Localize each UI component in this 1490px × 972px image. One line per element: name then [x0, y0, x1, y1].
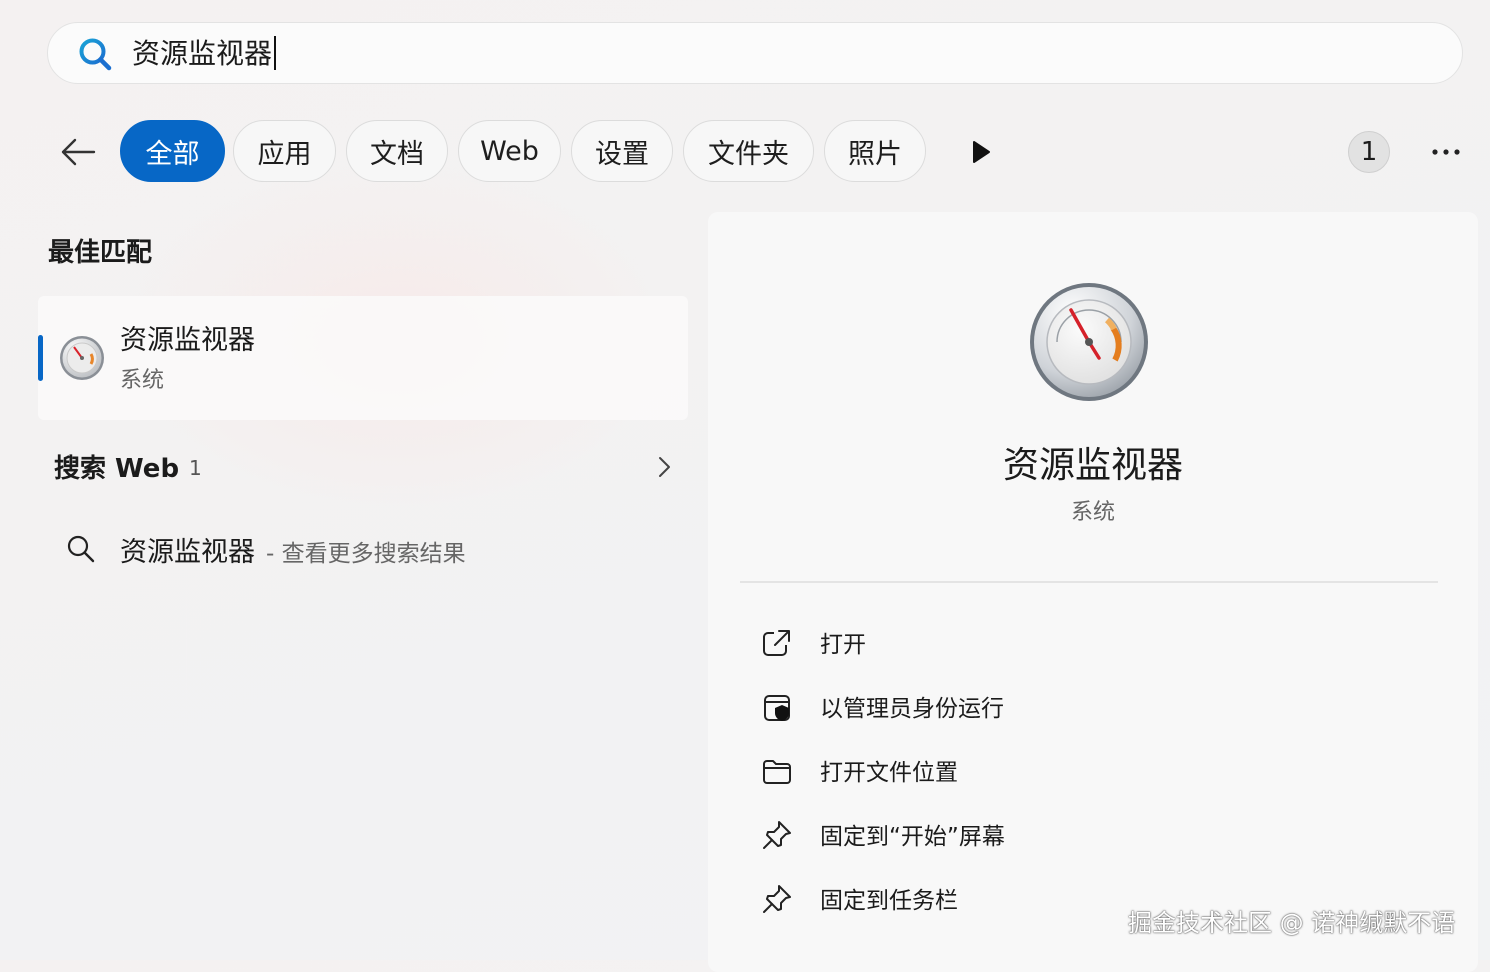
- best-match-name: 资源监视器: [120, 325, 255, 356]
- ellipsis-icon: [1432, 149, 1460, 155]
- web-suggestion-term[interactable]: 资源监视器: [120, 530, 255, 569]
- arrow-left-icon: [61, 138, 96, 166]
- action-label: 打开文件位置: [820, 760, 958, 786]
- rewards-badge[interactable]: 1: [1348, 131, 1390, 173]
- best-match-type: 系统: [120, 368, 165, 393]
- action-label: 打开: [820, 632, 866, 658]
- search-web-heading: 搜索 Web: [54, 454, 180, 484]
- selection-indicator: [38, 335, 43, 381]
- search-icon: [67, 535, 95, 563]
- action-run-as-admin[interactable]: 以管理员身份运行: [760, 687, 1360, 727]
- details-divider: [740, 581, 1438, 583]
- action-label: 固定到任务栏: [820, 888, 958, 914]
- filter-settings[interactable]: 设置: [571, 120, 673, 182]
- open-external-icon: [763, 630, 790, 656]
- filter-documents[interactable]: 文档: [346, 120, 448, 182]
- resource-monitor-icon: [1030, 283, 1148, 401]
- text-caret: [274, 36, 276, 70]
- chevron-right-icon[interactable]: [654, 455, 674, 479]
- shield-admin-icon: [764, 695, 790, 721]
- folder-icon: [763, 760, 791, 784]
- resource-monitor-icon: [60, 336, 104, 380]
- play-right-icon[interactable]: [970, 140, 992, 164]
- pin-icon: [763, 821, 791, 849]
- search-web-count: 1: [189, 456, 202, 480]
- best-match-heading: 最佳匹配: [48, 238, 153, 268]
- web-suggestion-hint: - 查看更多搜索结果: [266, 541, 466, 567]
- back-button[interactable]: [58, 133, 98, 171]
- pin-icon: [763, 885, 791, 913]
- action-label: 以管理员身份运行: [820, 696, 1004, 722]
- action-open[interactable]: 打开: [760, 623, 1360, 663]
- more-options-button[interactable]: [1428, 138, 1464, 166]
- filter-photos[interactable]: 照片: [824, 120, 926, 182]
- filter-web[interactable]: Web: [458, 120, 561, 182]
- filter-all[interactable]: 全部: [120, 120, 225, 182]
- best-match-result[interactable]: [38, 296, 688, 420]
- details-app-type: 系统: [1070, 500, 1115, 525]
- watermark: 掘金技术社区 @ 诺神缄默不语: [1128, 909, 1456, 937]
- filter-folders[interactable]: 文件夹: [683, 120, 814, 182]
- action-pin-to-start[interactable]: 固定到“开始”屏幕: [760, 815, 1360, 855]
- action-open-file-location[interactable]: 打开文件位置: [760, 751, 1360, 791]
- details-app-name: 资源监视器: [1002, 445, 1183, 486]
- action-label: 固定到“开始”屏幕: [820, 824, 1005, 850]
- search-input[interactable]: [132, 31, 1332, 73]
- filter-apps[interactable]: 应用: [233, 120, 336, 182]
- search-icon: [79, 38, 112, 71]
